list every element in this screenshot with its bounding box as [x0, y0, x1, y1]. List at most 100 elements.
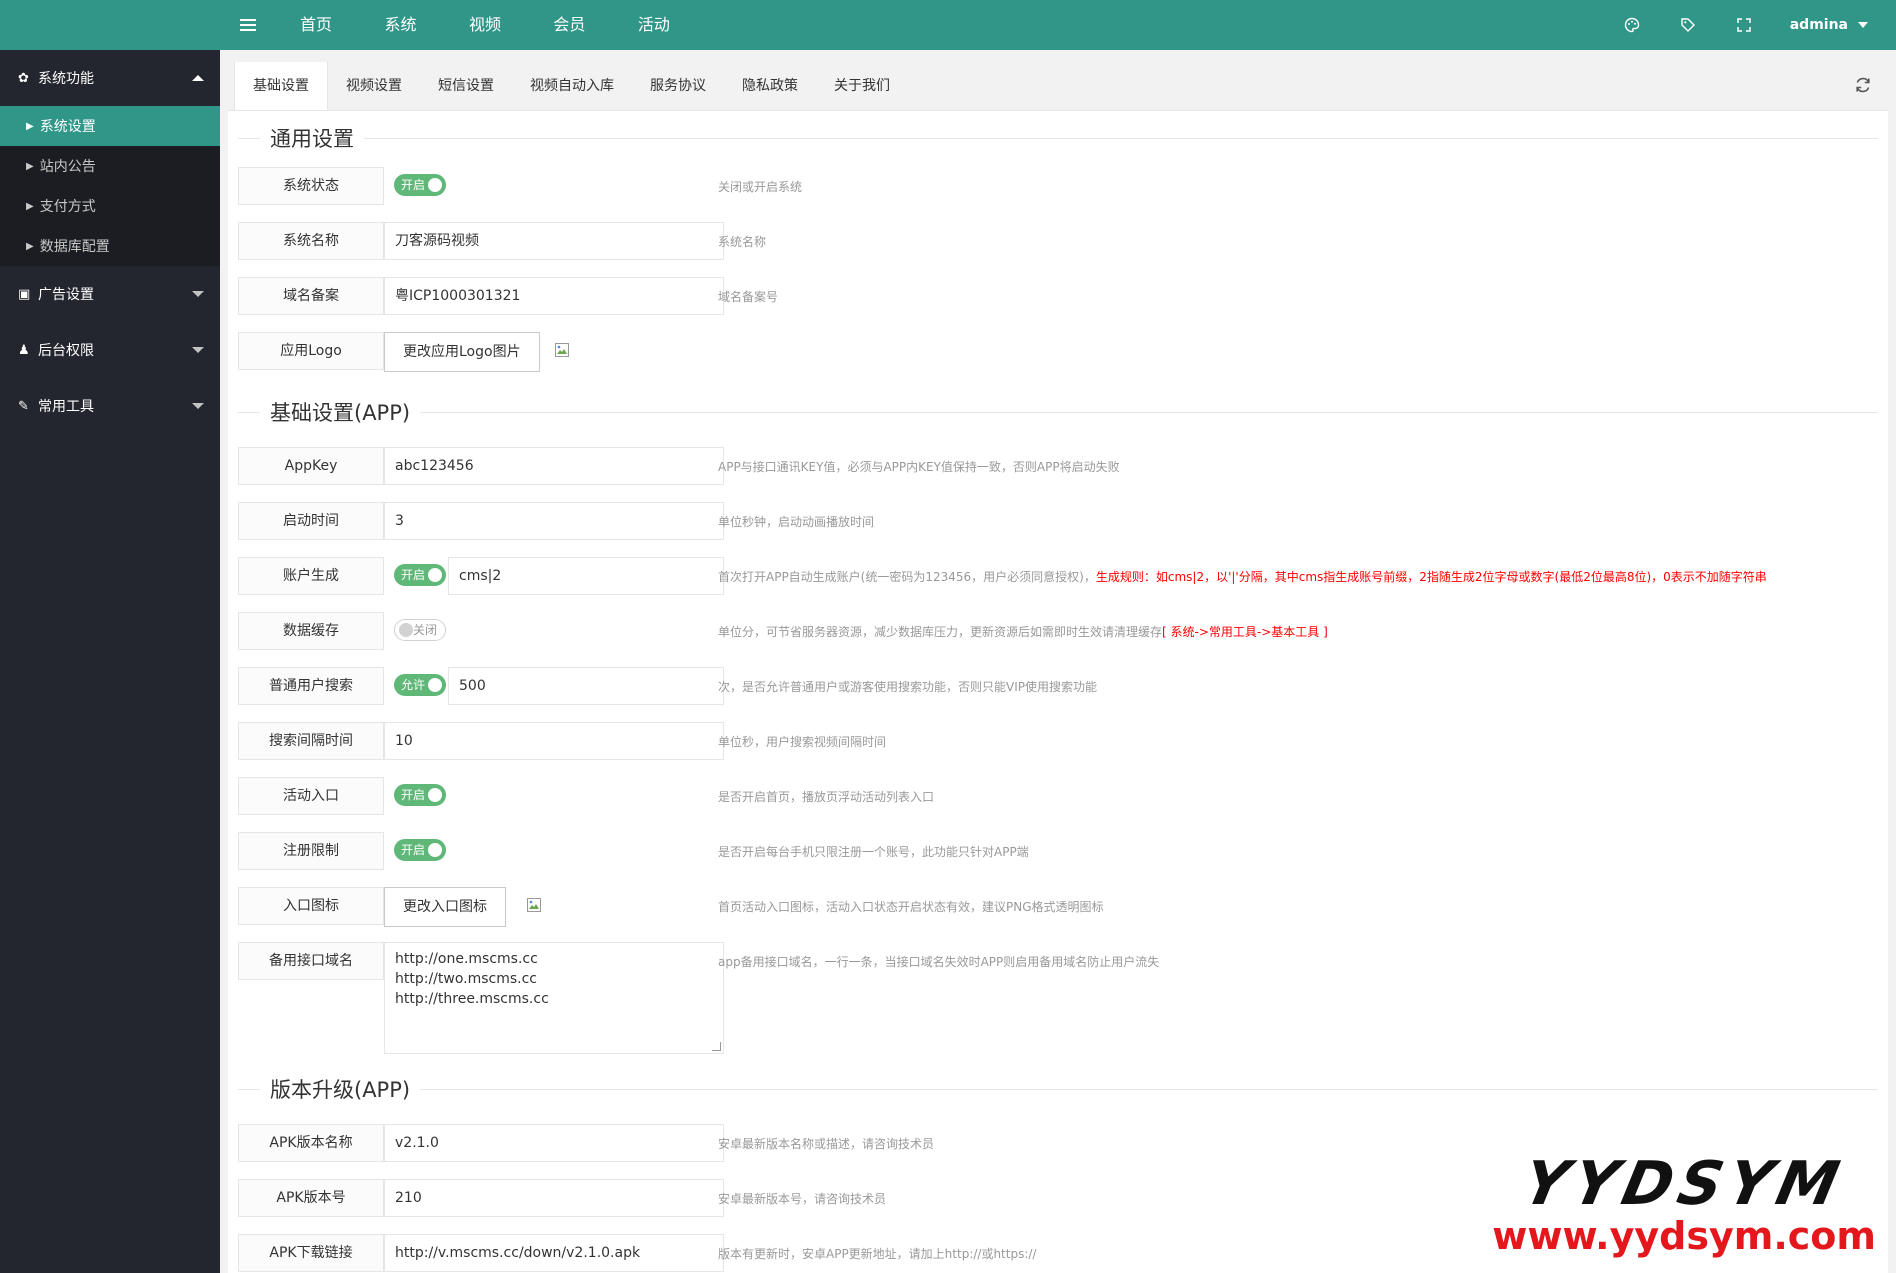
wrench-icon: ✎	[18, 398, 29, 414]
sidebar-group-permissions[interactable]: ♟ 后台权限	[0, 322, 220, 378]
field-help: 单位分，可节省服务器资源，减少数据库压力，更新资源后如需即时生效请清理缓存[ 系…	[718, 623, 1328, 640]
field-label: AppKey	[238, 447, 384, 485]
icp-input[interactable]: 粤ICP1000301321	[384, 277, 724, 315]
top-nav: 首页 系统 视频 会员 活动	[276, 0, 694, 50]
apk-name-input[interactable]: v2.1.0	[384, 1124, 724, 1162]
section-app: 基础设置(APP)	[228, 385, 1888, 439]
sidebar-item-database[interactable]: ▶ 数据库配置	[0, 226, 220, 266]
field-label: 应用Logo	[238, 332, 384, 370]
broken-image-icon	[527, 898, 541, 912]
launch-time-input[interactable]: 3	[384, 502, 724, 540]
fullscreen-button[interactable]	[1716, 0, 1772, 50]
field-label: 活动入口	[238, 777, 384, 815]
change-logo-button[interactable]: 更改应用Logo图片	[384, 332, 540, 372]
topbar-actions: admina	[1604, 0, 1896, 50]
form-row-activity: 活动入口 开启 是否开启首页，播放页浮动活动列表入口	[228, 775, 1888, 830]
refresh-button[interactable]	[1854, 76, 1874, 96]
divider	[238, 412, 1878, 413]
watermark-url: www.yydsym.com	[1492, 1214, 1876, 1258]
resize-grip-icon[interactable]	[712, 1042, 721, 1051]
sidebar-item-payment[interactable]: ▶ 支付方式	[0, 186, 220, 226]
user-search-switch[interactable]: 允许	[394, 674, 446, 696]
form-row-search: 普通用户搜索 允许 500 次，是否允许普通用户或游客使用搜索功能，否则只能VI…	[228, 665, 1888, 720]
sidebar-group-system[interactable]: ✿ 系统功能	[0, 50, 220, 106]
tab-video-import[interactable]: 视频自动入库	[512, 62, 632, 110]
switch-text: 开启	[401, 568, 426, 582]
nav-home[interactable]: 首页	[276, 0, 356, 50]
apk-code-input[interactable]: 210	[384, 1179, 724, 1217]
tab-video[interactable]: 视频设置	[328, 62, 420, 110]
sidebar-item-announcements[interactable]: ▶ 站内公告	[0, 146, 220, 186]
appkey-input[interactable]: abc123456	[384, 447, 724, 485]
field-help: app备用接口域名，一行一条，当接口域名失效时APP则启用备用域名防止用户流失	[718, 955, 1160, 969]
data-cache-switch[interactable]: 关闭	[394, 619, 446, 641]
image-icon: ▣	[18, 286, 31, 302]
tab-about[interactable]: 关于我们	[816, 62, 908, 110]
switch-knob	[428, 678, 442, 692]
account-generate-switch[interactable]: 开启	[394, 564, 446, 586]
chevron-down-icon	[192, 291, 204, 297]
nav-system[interactable]: 系统	[360, 0, 440, 50]
refresh-icon	[1856, 77, 1870, 93]
backup-domains-textarea[interactable]: http://one.mscms.cc http://two.mscms.cc …	[384, 942, 724, 1054]
watermark-logo: YYDSYM	[1517, 1149, 1852, 1219]
section-title: 版本升级(APP)	[260, 1074, 421, 1104]
sidebar-group-ads[interactable]: ▣ 广告设置	[0, 266, 220, 322]
nav-member[interactable]: 会员	[529, 0, 609, 50]
tab-service-agreement[interactable]: 服务协议	[632, 62, 724, 110]
textarea-line: http://one.mscms.cc	[395, 951, 538, 967]
nav-activity[interactable]: 活动	[614, 0, 694, 50]
sidebar-group-tools[interactable]: ✎ 常用工具	[0, 378, 220, 434]
menu-toggle-button[interactable]	[220, 0, 276, 50]
system-status-switch[interactable]: 开启	[394, 174, 446, 196]
system-name-input[interactable]: 刀客源码视频	[384, 222, 724, 260]
field-help: 版本有更新时，安卓APP更新地址，请加上http://或https://	[718, 1247, 1037, 1261]
account-rule-input[interactable]: cms|2	[448, 557, 724, 595]
sidebar-item-system-settings[interactable]: ▶ 系统设置	[0, 106, 220, 146]
help-warning: [ 系统->常用工具->基本工具 ]	[1162, 625, 1328, 639]
form-row-name: 系统名称 刀客源码视频 系统名称	[228, 220, 1888, 275]
tag-button[interactable]	[1660, 0, 1716, 50]
chevron-down-icon	[192, 347, 204, 353]
change-entry-icon-button[interactable]: 更改入口图标	[384, 887, 506, 927]
palette-icon	[1624, 17, 1639, 33]
sidebar-group-label: 广告设置	[38, 287, 94, 303]
field-help: 单位秒，用户搜索视频间隔时间	[718, 735, 887, 749]
activity-entry-switch[interactable]: 开启	[394, 784, 446, 806]
chevron-down-icon	[192, 403, 204, 409]
theme-button[interactable]	[1604, 0, 1660, 50]
search-count-input[interactable]: 500	[448, 667, 724, 705]
app-logo[interactable]	[0, 0, 220, 50]
register-limit-switch[interactable]: 开启	[394, 839, 446, 861]
tab-basic[interactable]: 基础设置	[234, 62, 328, 110]
switch-text: 允许	[401, 678, 426, 692]
switch-text: 开启	[401, 843, 426, 857]
topbar: 首页 系统 视频 会员 活动 admina	[220, 0, 1896, 50]
field-label: APK下载链接	[238, 1234, 384, 1272]
caret-right-icon: ▶	[26, 120, 34, 132]
field-help: 首页活动入口图标，活动入口状态开启状态有效，建议PNG格式透明图标	[718, 900, 1104, 914]
tab-privacy[interactable]: 隐私政策	[724, 62, 816, 110]
tab-sms[interactable]: 短信设置	[420, 62, 512, 110]
switch-text: 开启	[401, 178, 426, 192]
field-help: 首次打开APP自动生成账户(统一密码为123456，用户必须同意授权)，生成规则…	[718, 568, 1767, 585]
field-label: 数据缓存	[238, 612, 384, 650]
sidebar-item-label: 支付方式	[39, 199, 96, 215]
apk-url-input[interactable]: http://v.mscms.cc/down/v2.1.0.apk	[384, 1234, 724, 1272]
field-label: 系统状态	[238, 167, 384, 205]
switch-text: 关闭	[412, 623, 437, 637]
section-upgrade: 版本升级(APP)	[228, 1062, 1888, 1116]
form-row-appkey: AppKey abc123456 APP与接口通讯KEY值，必须与APP内KEY…	[228, 445, 1888, 500]
settings-tabs: 基础设置 视频设置 短信设置 视频自动入库 服务协议 隐私政策 关于我们	[228, 62, 1888, 111]
nav-video[interactable]: 视频	[445, 0, 525, 50]
user-menu[interactable]: admina	[1772, 17, 1896, 33]
help-text: 单位分，可节省服务器资源，减少数据库压力，更新资源后如需即时生效请清理缓存	[718, 625, 1163, 639]
sidebar-item-label: 数据库配置	[39, 239, 110, 255]
field-label: 域名备案	[238, 277, 384, 315]
search-interval-input[interactable]: 10	[384, 722, 724, 760]
form-row-icp: 域名备案 粤ICP1000301321 域名备案号	[228, 275, 1888, 330]
divider	[238, 138, 1878, 139]
caret-right-icon: ▶	[26, 200, 34, 212]
field-label: 普通用户搜索	[238, 667, 384, 705]
field-help: 安卓最新版本名称或描述，请咨询技术员	[718, 1137, 935, 1151]
